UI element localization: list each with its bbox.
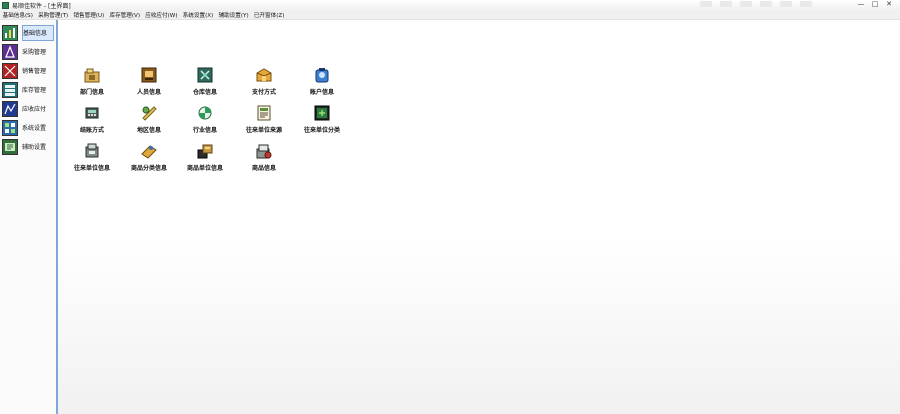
nav-label-wrap: 采购管理 [22, 44, 54, 60]
sidebar-item-inventory[interactable]: 库存管理 [0, 80, 56, 99]
partner-source-icon [256, 105, 272, 121]
tile-staff[interactable]: 人员信息 [119, 67, 179, 101]
folder-chart-icon [2, 24, 18, 41]
sidebar-item-label: 辅助设置 [22, 144, 47, 151]
payment-icon [256, 67, 272, 83]
tile-payment[interactable]: 支付方式 [234, 67, 294, 101]
tile-label: 地区信息 [136, 127, 161, 134]
sidebar-item-label: 系统设置 [22, 125, 47, 132]
sales-icon [2, 62, 18, 79]
title-bar-button [700, 1, 712, 7]
product-info-icon [256, 143, 272, 159]
title-bar-button [720, 1, 732, 7]
settings-icon [2, 119, 18, 136]
tile-label: 行业信息 [192, 127, 217, 134]
purchase-icon [2, 43, 18, 60]
tile-warehouse[interactable]: 仓库信息 [175, 67, 235, 101]
title-bar-buttons [700, 1, 812, 7]
tile-product-info[interactable]: 商品信息 [234, 143, 294, 177]
sidebar-item-label: 基础信息 [23, 30, 48, 37]
window-title: 易顺佳软件 - [主界面] [12, 2, 71, 10]
tile-partner-source[interactable]: 往来单位来源 [234, 105, 294, 139]
tile-industry[interactable]: 行业信息 [175, 105, 235, 139]
tile-label: 账户信息 [309, 89, 334, 96]
account-icon [314, 67, 330, 83]
tile-label: 部门信息 [79, 89, 104, 96]
nav-label-wrap: 应收应付 [22, 101, 54, 117]
menu-open-windows[interactable]: 已开窗体(Z) [251, 11, 287, 19]
sidebar-item-label: 应收应付 [22, 106, 47, 113]
tile-label: 仓库信息 [192, 89, 217, 96]
sidebar-item-sales[interactable]: 销售管理 [0, 61, 56, 80]
menu-receivable[interactable]: 应收应付(W) [143, 11, 180, 19]
nav-label-wrap: 系统设置 [22, 120, 54, 136]
tile-product-category[interactable]: 商品分类信息 [119, 143, 179, 177]
warehouse-icon [197, 67, 213, 83]
sidebar-item-purchase[interactable]: 采购管理 [0, 42, 56, 61]
nav-label-wrap: 辅助设置 [22, 139, 54, 155]
tile-partner-category[interactable]: 往来单位分类 [292, 105, 352, 139]
product-category-icon [141, 143, 157, 159]
receivable-icon [2, 100, 18, 117]
menu-basic-info[interactable]: 基础信息(S) [0, 11, 35, 19]
close-button[interactable]: ✕ [882, 0, 896, 8]
tile-department[interactable]: 部门信息 [62, 67, 122, 101]
sidebar-item-aux-settings[interactable]: 辅助设置 [0, 137, 56, 156]
nav-label-wrap: 基础信息 [22, 24, 54, 41]
settlement-icon [84, 105, 100, 121]
menu-system-settings[interactable]: 系统设置(X) [180, 11, 216, 19]
title-bar-button [740, 1, 752, 7]
tile-account[interactable]: 账户信息 [292, 67, 352, 101]
tile-product-unit[interactable]: 商品单位信息 [175, 143, 235, 177]
tile-label: 人员信息 [136, 89, 161, 96]
sidebar-item-basic-info[interactable]: 基础信息 [0, 23, 56, 42]
nav-label-wrap: 库存管理 [22, 82, 54, 98]
tile-label: 结账方式 [79, 127, 104, 134]
tile-label: 往来单位信息 [73, 165, 110, 172]
minimize-button[interactable]: — [854, 0, 868, 8]
tile-label: 支付方式 [251, 89, 276, 96]
department-icon [84, 67, 100, 83]
tile-label: 商品分类信息 [130, 165, 167, 172]
sidebar: 基础信息 采购管理 销售管理 库存管理 应收应付 系统设置 辅助设置 [0, 20, 58, 414]
sidebar-item-receivable[interactable]: 应收应付 [0, 99, 56, 118]
tile-label: 往来单位来源 [245, 127, 282, 134]
region-icon [141, 105, 157, 121]
aux-settings-icon [2, 138, 18, 155]
tile-partner-info[interactable]: 往来单位信息 [62, 143, 122, 177]
title-bar-button [780, 1, 792, 7]
staff-icon [141, 67, 157, 83]
maximize-button[interactable]: □ [868, 0, 882, 8]
inventory-icon [2, 81, 18, 98]
title-bar-button [760, 1, 772, 7]
nav-label-wrap: 销售管理 [22, 63, 54, 79]
partner-info-icon [84, 143, 100, 159]
menu-purchase[interactable]: 采购管理(T) [35, 11, 70, 19]
product-unit-icon [197, 143, 213, 159]
industry-icon [197, 105, 213, 121]
window-controls: — □ ✕ [854, 0, 896, 10]
app-icon [2, 1, 9, 9]
tile-label: 商品信息 [251, 165, 276, 172]
menu-bar: 基础信息(S) 采购管理(T) 销售管理(U) 库存管理(V) 应收应付(W) … [0, 10, 900, 20]
menu-aux-settings[interactable]: 辅助设置(Y) [216, 11, 251, 19]
tile-region[interactable]: 地区信息 [119, 105, 179, 139]
sidebar-item-label: 库存管理 [22, 87, 47, 94]
sidebar-item-label: 采购管理 [22, 49, 47, 56]
menu-inventory[interactable]: 库存管理(V) [107, 11, 143, 19]
tile-label: 往来单位分类 [303, 127, 340, 134]
sidebar-item-label: 销售管理 [22, 68, 47, 75]
partner-category-icon [314, 105, 330, 121]
main-panel: 部门信息 人员信息 仓库信息 支付方式 账户信息 结账方式 地区信息 行业信息 … [58, 20, 900, 414]
tile-settlement[interactable]: 结账方式 [62, 105, 122, 139]
sidebar-item-system-settings[interactable]: 系统设置 [0, 118, 56, 137]
tile-label: 商品单位信息 [186, 165, 223, 172]
title-bar-button [800, 1, 812, 7]
title-bar: 易顺佳软件 - [主界面] — □ ✕ [0, 0, 900, 10]
menu-sales[interactable]: 销售管理(U) [71, 11, 107, 19]
